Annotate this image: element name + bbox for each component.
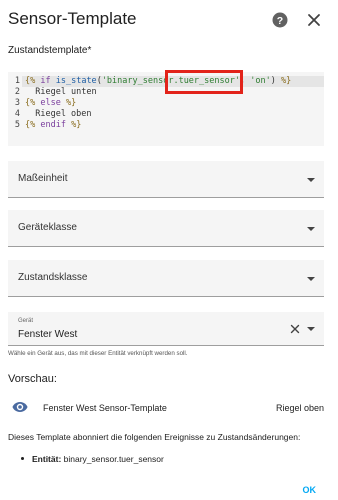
events-intro-text: Dieses Template abonniert die folgenden … — [8, 432, 301, 442]
device-field-label: Gerät — [18, 318, 34, 324]
line-code: {% else %} — [25, 98, 76, 109]
code-token: {% — [25, 120, 36, 130]
template-code-editor[interactable]: 1 {% if is_state('binary_sensor.tuer_sens… — [8, 72, 324, 146]
line-number: 1 — [14, 76, 20, 86]
chevron-down-icon — [307, 227, 315, 231]
line-code: Riegel oben — [25, 109, 92, 120]
code-line: 5 {% endif %} — [8, 120, 324, 131]
entity-prefix: Entität: — [32, 454, 62, 464]
device-class-label: Geräteklasse — [18, 222, 77, 233]
bullet-dot — [21, 457, 24, 460]
code-token: ) — [270, 76, 281, 86]
line-number: 3 — [14, 98, 20, 108]
unit-select[interactable]: Maßeinheit — [8, 161, 324, 198]
state-class-select[interactable]: Zustandsklasse — [8, 260, 324, 297]
chevron-down-icon — [307, 178, 315, 182]
line-code: {% endif %} — [25, 120, 81, 131]
code-line: 2 Riegel unten — [8, 87, 324, 98]
code-token: is_state — [55, 76, 97, 86]
code-token: if — [35, 76, 56, 86]
entity-id: binary_sensor.tuer_sensor — [63, 454, 164, 464]
line-code: {% if is_state('binary_sensor.tuer_senso… — [25, 76, 291, 87]
code-token: endif — [35, 120, 72, 130]
line-number: 5 — [14, 120, 20, 130]
code-token: %} — [280, 76, 292, 86]
code-line: 1 {% if is_state('binary_sensor.tuer_sens… — [8, 76, 324, 87]
code-token: else — [35, 98, 66, 108]
state-class-label: Zustandsklasse — [18, 272, 88, 283]
line-number: 2 — [14, 87, 20, 97]
dialog-title: Sensor-Template — [8, 9, 137, 28]
chevron-down-icon — [307, 327, 315, 331]
dialog-header: Sensor-Template ? — [0, 0, 338, 40]
unit-label: Maßeinheit — [18, 173, 68, 184]
device-select[interactable]: Gerät Fenster West — [8, 312, 324, 346]
sensor-template-dialog: Sensor-Template ? Zustandstemplate* 1 {% … — [0, 0, 338, 500]
clear-icon[interactable] — [290, 324, 300, 334]
code-token: %} — [65, 98, 77, 108]
code-token: , — [239, 76, 251, 86]
line-number: 4 — [14, 109, 20, 119]
code-token: 'binary_sensor.tuer_sensor' — [101, 76, 240, 86]
preview-heading: Vorschau: — [8, 373, 57, 385]
code-line: 4 Riegel oben — [8, 109, 324, 120]
chevron-down-icon — [307, 277, 315, 281]
code-line: 3 {% else %} — [8, 98, 324, 109]
eye-icon — [12, 402, 28, 412]
preview-entity-state: Riegel oben — [275, 403, 324, 413]
device-value: Fenster West — [18, 329, 78, 340]
subscribed-entity: Entität: binary_sensor.tuer_sensor — [32, 454, 164, 464]
template-label: Zustandstemplate* — [8, 45, 92, 56]
svg-text:?: ? — [277, 15, 283, 27]
code-token: 'on' — [250, 76, 271, 86]
code-token: %} — [71, 120, 82, 130]
device-class-select[interactable]: Geräteklasse — [8, 210, 324, 247]
code-token: Riegel oben — [25, 109, 92, 119]
close-icon[interactable] — [306, 12, 322, 28]
code-token: Riegel unten — [25, 87, 97, 97]
help-circle-icon[interactable]: ? — [272, 12, 288, 28]
preview-entity-name: Fenster West Sensor-Template — [43, 403, 167, 413]
device-helper-text: Wähle ein Gerät aus, das mit dieser Enti… — [8, 350, 188, 357]
line-code: Riegel unten — [25, 87, 97, 98]
code-token: {% — [25, 76, 36, 86]
code-token: {% — [25, 98, 36, 108]
ok-button[interactable]: OK — [303, 485, 317, 495]
